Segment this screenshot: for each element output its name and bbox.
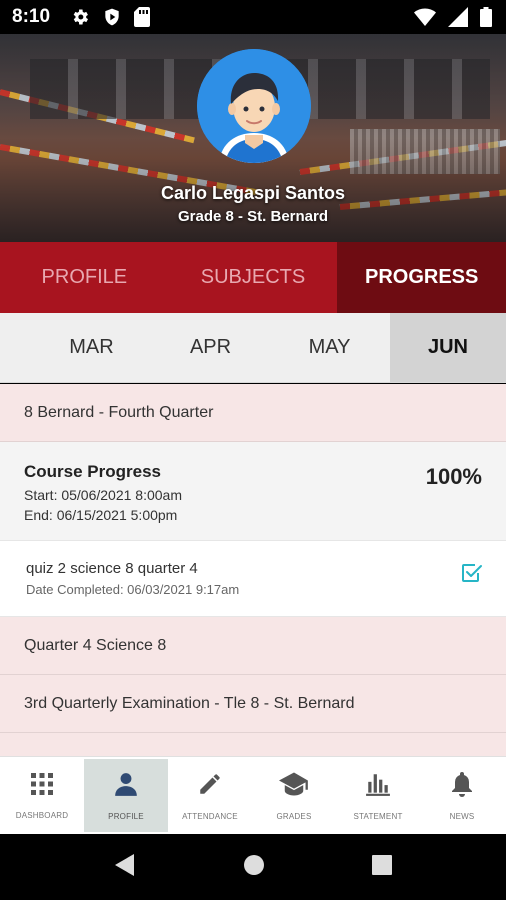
course-progress-card: Course Progress Start: 05/06/2021 8:00am… — [0, 442, 506, 541]
list-item[interactable]: quiz 2 science 8 quarter 4 Date Complete… — [0, 541, 506, 617]
month-selector: MAR APR MAY JUN — [0, 313, 506, 383]
section-header[interactable] — [0, 733, 506, 756]
nav-label: ATTENDANCE — [182, 811, 238, 821]
tab-subjects[interactable]: SUBJECTS — [169, 242, 338, 313]
nav-statement[interactable]: STATEMENT — [336, 757, 420, 834]
back-icon[interactable] — [114, 853, 136, 882]
nav-grades[interactable]: GRADES — [252, 757, 336, 834]
section-header[interactable]: Quarter 4 Science 8 — [0, 617, 506, 675]
grid-icon — [30, 772, 54, 801]
person-icon — [113, 771, 139, 802]
graduation-cap-icon — [279, 771, 309, 802]
tab-progress[interactable]: PROGRESS — [337, 242, 506, 313]
recents-icon[interactable] — [372, 854, 393, 880]
status-bar: 8:10 — [0, 0, 506, 34]
course-end-date: End: 06/15/2021 5:00pm — [24, 507, 178, 523]
sd-card-icon — [134, 7, 151, 27]
month-apr[interactable]: APR — [151, 313, 270, 382]
tab-profile[interactable]: PROFILE — [0, 242, 169, 313]
status-time: 8:10 — [12, 6, 51, 27]
bottom-navigation: DASHBOARD PROFILE ATTENDANCE GRADES STAT… — [0, 756, 506, 834]
nav-profile[interactable]: PROFILE — [84, 759, 168, 832]
nav-news[interactable]: NEWS — [420, 757, 504, 834]
signal-icon — [448, 7, 468, 27]
task-date-completed: Date Completed: 06/03/2021 9:17am — [26, 582, 240, 597]
nav-label: DASHBOARD — [15, 810, 69, 820]
task-name: quiz 2 science 8 quarter 4 — [26, 560, 198, 577]
wifi-icon — [414, 8, 436, 26]
nav-label: STATEMENT — [353, 811, 403, 821]
shield-play-icon — [102, 7, 122, 27]
student-name: Carlo Legaspi Santos — [160, 183, 346, 203]
section-header[interactable]: 3rd Quarterly Examination - Tle 8 - St. … — [0, 675, 506, 733]
system-navigation-bar — [0, 834, 506, 900]
pencil-icon — [197, 771, 223, 802]
profile-header: Carlo Legaspi Santos Grade 8 - St. Berna… — [0, 34, 506, 242]
home-icon[interactable] — [243, 854, 265, 881]
main-tabs: PROFILE SUBJECTS PROGRESS — [0, 242, 506, 313]
bell-icon — [450, 771, 474, 802]
checkbox-checked-icon — [460, 561, 484, 590]
nav-attendance[interactable]: ATTENDANCE — [168, 757, 252, 834]
battery-icon — [480, 7, 492, 27]
nav-label: GRADES — [276, 811, 312, 821]
month-jun[interactable]: JUN — [390, 313, 506, 382]
section-header[interactable]: 8 Bernard - Fourth Quarter — [0, 384, 506, 442]
nav-dashboard[interactable]: DASHBOARD — [0, 757, 84, 834]
course-progress-percent: 100% — [425, 464, 482, 489]
avatar[interactable] — [197, 49, 311, 163]
course-progress-title: Course Progress — [24, 462, 161, 481]
progress-list[interactable]: 8 Bernard - Fourth Quarter Course Progre… — [0, 384, 506, 756]
nav-label: NEWS — [449, 811, 475, 821]
student-grade: Grade 8 - St. Bernard — [177, 208, 329, 225]
bar-chart-icon — [365, 771, 391, 802]
nav-label: PROFILE — [108, 811, 144, 821]
month-may[interactable]: MAY — [270, 313, 389, 382]
month-mar[interactable]: MAR — [32, 313, 151, 382]
settings-gear-icon — [70, 7, 90, 27]
course-start-date: Start: 05/06/2021 8:00am — [24, 487, 182, 503]
